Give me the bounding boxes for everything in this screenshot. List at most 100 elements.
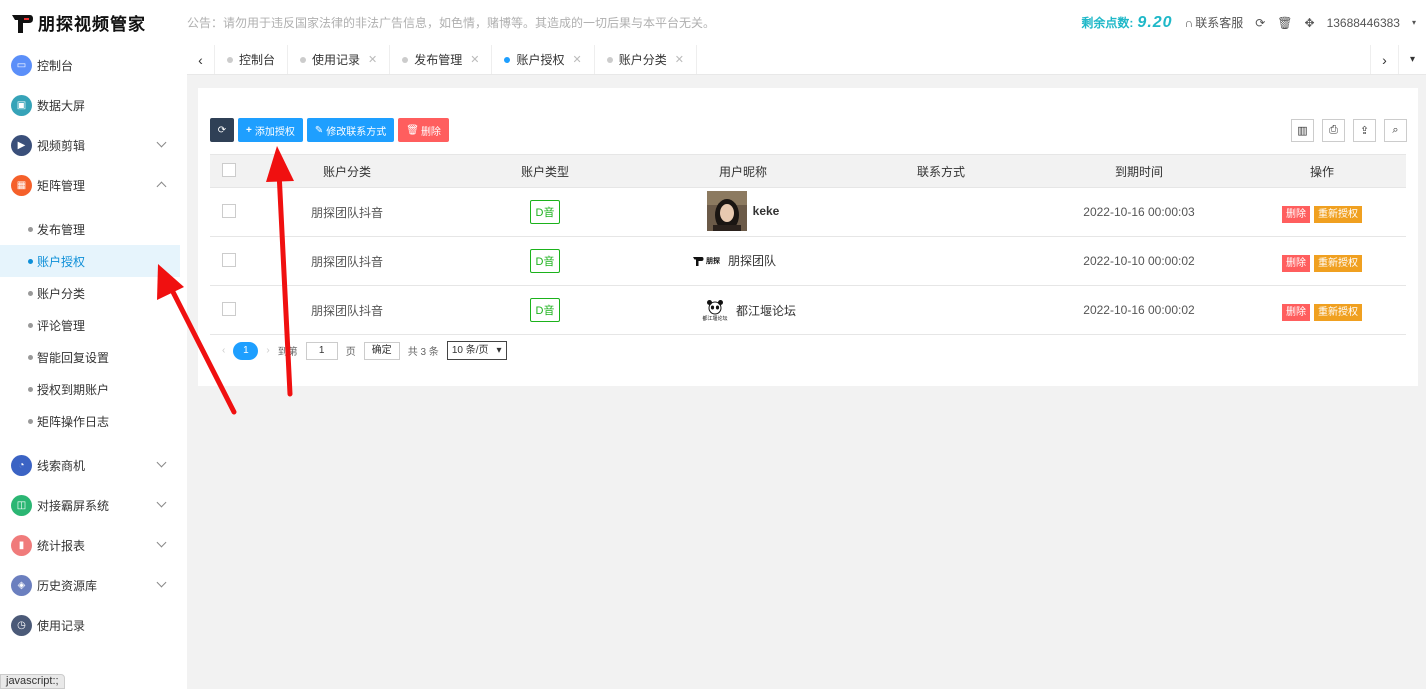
close-icon[interactable]: ✕: [573, 53, 582, 66]
tab-label: 使用记录: [312, 53, 361, 67]
category-cell: 朋探团队抖音: [248, 236, 446, 286]
sidebar-item-console[interactable]: ▭ 控制台: [0, 45, 187, 85]
caret-down-icon[interactable]: ▾: [1412, 18, 1416, 27]
customer-service-link[interactable]: ∩ 联系客服: [1185, 14, 1244, 31]
app-logo[interactable]: 朋探视频管家: [0, 0, 187, 45]
row-reauth-button[interactable]: 重新授权: [1314, 303, 1362, 321]
sidebar-item-history[interactable]: ◈ 历史资源库: [0, 565, 187, 605]
delete-button[interactable]: 🗑 删除: [398, 118, 449, 142]
main-card: ⟳ + 添加授权 ✎ 修改联系方式 🗑 删除 ▥ ⎙ ⇪ ⌕ 账户分类 账户类型…: [198, 88, 1418, 386]
sidebar-item-video-edit[interactable]: ▶ 视频剪辑: [0, 125, 187, 165]
bullet-icon: [28, 290, 33, 296]
sidebar-item-reports[interactable]: ▮ 统计报表: [0, 525, 187, 565]
print-icon[interactable]: ⎙: [1322, 119, 1345, 142]
current-page[interactable]: 1: [233, 341, 259, 360]
bullet-icon: [28, 354, 33, 360]
user-phone[interactable]: 13688446383: [1327, 16, 1400, 30]
sidebar-subitem-matrix-log[interactable]: 矩阵操作日志: [0, 405, 187, 437]
sidebar-subitem-label: 账户分类: [37, 286, 86, 301]
accounts-table: 账户分类 账户类型 用户昵称 联系方式 到期时间 操作 朋探团队抖音 D音 ke…: [210, 154, 1406, 335]
column-header: 到期时间: [1040, 154, 1238, 188]
row-select-cell: [210, 285, 248, 335]
customer-service-label: 联系客服: [1195, 16, 1244, 30]
sidebar-subitem-account-auth[interactable]: 账户授权: [0, 245, 180, 277]
actions-cell: 删除 重新授权: [1238, 236, 1406, 286]
stack-icon: ◈: [11, 574, 32, 596]
tab-label: 账户授权: [516, 53, 565, 67]
sidebar-item-label: 视频剪辑: [37, 138, 86, 153]
add-auth-button[interactable]: + 添加授权: [238, 118, 303, 142]
sidebar-item-usage-log[interactable]: ◷ 使用记录: [0, 605, 187, 645]
select-all-checkbox[interactable]: [222, 162, 236, 177]
tab-dot-icon: [402, 56, 409, 63]
goto-confirm-button[interactable]: 确定: [363, 341, 400, 360]
plus-icon: +: [246, 124, 252, 136]
tab-console[interactable]: 控制台: [215, 45, 289, 74]
sidebar-item-matrix[interactable]: ▦ 矩阵管理: [0, 165, 187, 205]
chevron-down-icon: [156, 137, 167, 148]
trash-icon[interactable]: 🗑: [1277, 16, 1292, 30]
clock-icon: ◷: [11, 614, 32, 636]
row-delete-button[interactable]: 删除: [1282, 205, 1310, 223]
goto-page-input[interactable]: 1: [305, 341, 338, 360]
next-page-icon[interactable]: ›: [266, 345, 269, 356]
sidebar-item-leads[interactable]: ◔ 线索商机: [0, 445, 187, 485]
sidebar-subitem-label: 矩阵操作日志: [37, 414, 110, 429]
sidebar-subitem-comments[interactable]: 评论管理: [0, 309, 187, 341]
table-row: 朋探团队抖音 D音 都江堰论坛 都江堰论坛 2022-10-16 00:00:0…: [210, 285, 1406, 335]
close-icon[interactable]: ✕: [470, 53, 479, 66]
tab-label: 账户分类: [618, 53, 667, 67]
tab-account-category[interactable]: 账户分类 ✕: [595, 45, 697, 74]
tab-publish[interactable]: 发布管理 ✕: [390, 45, 493, 74]
tab-account-auth[interactable]: 账户授权 ✕: [492, 45, 595, 74]
columns-icon[interactable]: ▥: [1291, 119, 1314, 142]
row-delete-button[interactable]: 删除: [1282, 254, 1310, 272]
notice-text: 公告：请勿用于违反国家法律的非法广告信息，如色情，赌博等。其造成的一切后果与本平…: [187, 16, 716, 30]
row-delete-button[interactable]: 删除: [1282, 303, 1310, 321]
tabs-menu-chevron-icon[interactable]: ▾: [1398, 45, 1426, 74]
column-header: 用户昵称: [644, 154, 842, 188]
edit-contact-button[interactable]: ✎ 修改联系方式: [306, 118, 395, 142]
refresh-button[interactable]: ⟳: [210, 118, 234, 142]
sidebar-item-data-screen[interactable]: ▣ 数据大屏: [0, 85, 187, 125]
tab-usage-log[interactable]: 使用记录 ✕: [288, 45, 391, 74]
close-icon[interactable]: ✕: [368, 53, 377, 66]
pagination: ‹ 1 › 到第 1 页 确定 共 3 条 10 条/页 ▾: [222, 341, 507, 360]
expire-cell: 2022-10-16 00:00:03: [1040, 187, 1238, 237]
export-icon[interactable]: ⇪: [1353, 119, 1376, 142]
tab-dot-icon: [227, 56, 233, 63]
row-reauth-button[interactable]: 重新授权: [1314, 254, 1362, 272]
contact-cell: [842, 285, 1040, 335]
type-badge: D音: [529, 200, 561, 224]
fullscreen-icon[interactable]: ✥: [1305, 16, 1315, 30]
sidebar-subitem-auto-reply[interactable]: 智能回复设置: [0, 341, 187, 373]
row-checkbox[interactable]: [222, 301, 236, 316]
close-icon[interactable]: ✕: [675, 53, 684, 66]
refresh-icon[interactable]: ⟳: [1255, 16, 1265, 30]
sidebar-subitem-account-category[interactable]: 账户分类: [0, 277, 187, 309]
category-cell: 朋探团队抖音: [248, 187, 446, 237]
row-reauth-button[interactable]: 重新授权: [1314, 205, 1362, 223]
delete-label: 删除: [420, 126, 441, 138]
trash-icon: 🗑: [406, 124, 419, 136]
top-header: 朋探视频管家 公告：请勿用于违反国家法律的非法广告信息，如色情，赌博等。其造成的…: [0, 0, 1426, 45]
row-checkbox[interactable]: [222, 203, 236, 218]
column-header: 账户类型: [446, 154, 644, 188]
panda-icon: [706, 299, 723, 314]
prev-page-icon[interactable]: ‹: [222, 345, 225, 356]
bullet-icon: [28, 258, 33, 264]
tabs-scroll-left-icon[interactable]: ‹: [187, 45, 215, 74]
page-size-select[interactable]: 10 条/页 ▾: [446, 341, 507, 360]
avatar: [706, 190, 747, 231]
chevron-up-icon: [156, 181, 167, 192]
tabs-scroll-right-icon[interactable]: ›: [1370, 45, 1398, 74]
search-icon[interactable]: ⌕: [1384, 119, 1407, 142]
nickname-cell: 朋探 朋探团队: [644, 236, 842, 286]
row-checkbox[interactable]: [222, 252, 236, 267]
sidebar-subitem-expired-accounts[interactable]: 授权到期账户: [0, 373, 187, 405]
chart-icon: ◔: [11, 454, 32, 476]
sidebar-subitem-publish[interactable]: 发布管理: [0, 213, 187, 245]
sidebar-item-screen-system[interactable]: ◫ 对接霸屏系统: [0, 485, 187, 525]
avatar: 都江堰论坛: [700, 299, 730, 322]
sidebar-item-label: 使用记录: [37, 618, 86, 633]
